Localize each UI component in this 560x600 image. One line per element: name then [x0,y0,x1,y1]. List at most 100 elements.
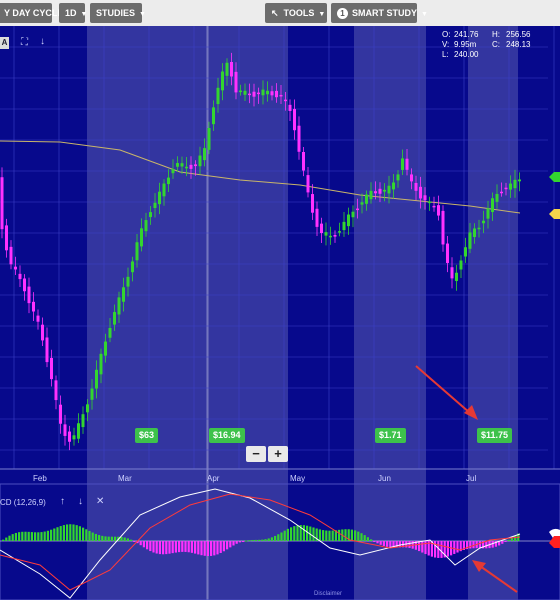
macd-histogram-bar [280,532,283,541]
candle-body [486,208,490,219]
candle-body [369,190,373,200]
macd-histogram-bar [75,525,78,541]
candle-body [117,297,121,315]
candle-body [446,243,449,263]
x-axis-tick-label: Jul [466,474,477,483]
candle-body [279,94,283,97]
tools-dropdown[interactable]: ↖ TOOLS ▼ [265,3,327,23]
macd-histogram-bar [251,539,254,541]
candle-body [54,380,58,401]
candle-body [441,210,445,245]
close-label: C: [492,40,500,49]
candle-body [90,388,94,400]
candle-body [351,211,355,218]
move-down-icon[interactable]: ↓ [78,496,83,507]
macd-histogram-bar [261,539,264,541]
chevron-down-icon: ▼ [421,11,428,18]
macd-histogram-bar [37,532,40,541]
candle-body [297,125,301,152]
candle-body [99,353,103,375]
candle-body [81,414,85,428]
smart-study-dropdown[interactable]: 1 SMART STUDY ▼ [331,3,428,23]
close-icon[interactable]: ✕ [96,496,104,507]
candle-body [356,208,359,211]
candle-body [113,312,116,325]
macd-histogram-bar [507,539,510,541]
macd-histogram-bar [197,541,200,555]
macd-histogram-bar [213,541,216,556]
candle-body [261,89,265,96]
macd-histogram-bar [216,541,219,555]
candle-body [135,242,139,261]
cycle-dropdown[interactable]: Y DAY CYCLE▼ [0,3,74,23]
candle-body [27,286,31,304]
cycle-band [87,26,208,600]
zoom-in-button[interactable]: + [268,446,288,462]
candle-body [383,189,386,192]
candle-body [360,202,364,205]
x-axis-tick-label: Mar [118,474,132,483]
candle-body [266,90,269,95]
fullscreen-icon[interactable]: ⛶ [21,37,28,48]
macd-histogram-bar [440,541,443,558]
candle-body [513,179,517,189]
macd-histogram-bar [46,530,49,541]
candle-body [176,163,179,167]
macd-histogram-bar [174,541,177,553]
macd-histogram-bar [2,539,5,541]
candle-body [338,231,341,233]
macd-histogram-bar [270,537,273,541]
macd-histogram-bar [296,525,299,541]
candle-body [23,278,26,292]
macd-histogram-bar [120,536,123,541]
macd-histogram-bar [27,531,30,541]
macd-histogram-bar [91,532,94,541]
candle-body [320,223,323,234]
macd-histogram-bar [190,541,193,553]
macd-histogram-bar [235,541,238,544]
macd-histogram-bar [94,533,97,541]
candle-body [414,182,418,191]
macd-histogram-bar [40,532,43,541]
macd-histogram-bar [293,526,296,541]
cycle-gain-badge: $16.94 [209,428,245,443]
candle-body [477,227,481,230]
macd-histogram-bar [210,541,213,556]
candle-body [365,194,368,204]
candle-body [288,104,292,111]
arrow-down-icon[interactable]: ↓ [40,36,45,47]
macd-histogram-bar [264,539,267,541]
macd-histogram-bar [171,541,174,554]
macd-histogram-bar [434,541,437,558]
zoom-out-button[interactable]: − [246,446,266,462]
macd-histogram-bar [21,531,24,541]
candle-body [468,232,472,249]
macd-histogram-bar [238,541,241,543]
candle-body [203,148,206,161]
studies-dropdown[interactable]: STUDIES ▼ [90,3,146,23]
macd-histogram-bar [456,541,459,553]
macd-histogram-bar [146,541,149,550]
tools-label: TOOLS [283,8,315,18]
interval-dropdown[interactable]: 1D ▼ [59,3,87,23]
price-chart[interactable] [0,26,560,600]
candle-body [225,62,229,76]
macd-histogram-bar [322,530,325,541]
macd-histogram-bar [168,541,171,554]
macd-histogram-bar [5,537,8,541]
macd-histogram-bar [155,541,158,554]
candle-body [144,220,148,232]
disclaimer-link[interactable]: Disclaimer [314,591,342,597]
cursor-icon: ↖ [271,8,279,18]
candle-body [36,315,40,322]
move-up-icon[interactable]: ↑ [60,496,65,507]
macd-histogram-bar [30,532,33,541]
candle-body [216,87,220,105]
x-axis-tick-label: Apr [207,474,220,483]
macd-histogram-bar [286,528,289,541]
candle-body [284,99,287,102]
candle-body [437,205,440,216]
candle-body [275,90,278,98]
candle-body [171,169,175,174]
candle-body [0,177,4,230]
